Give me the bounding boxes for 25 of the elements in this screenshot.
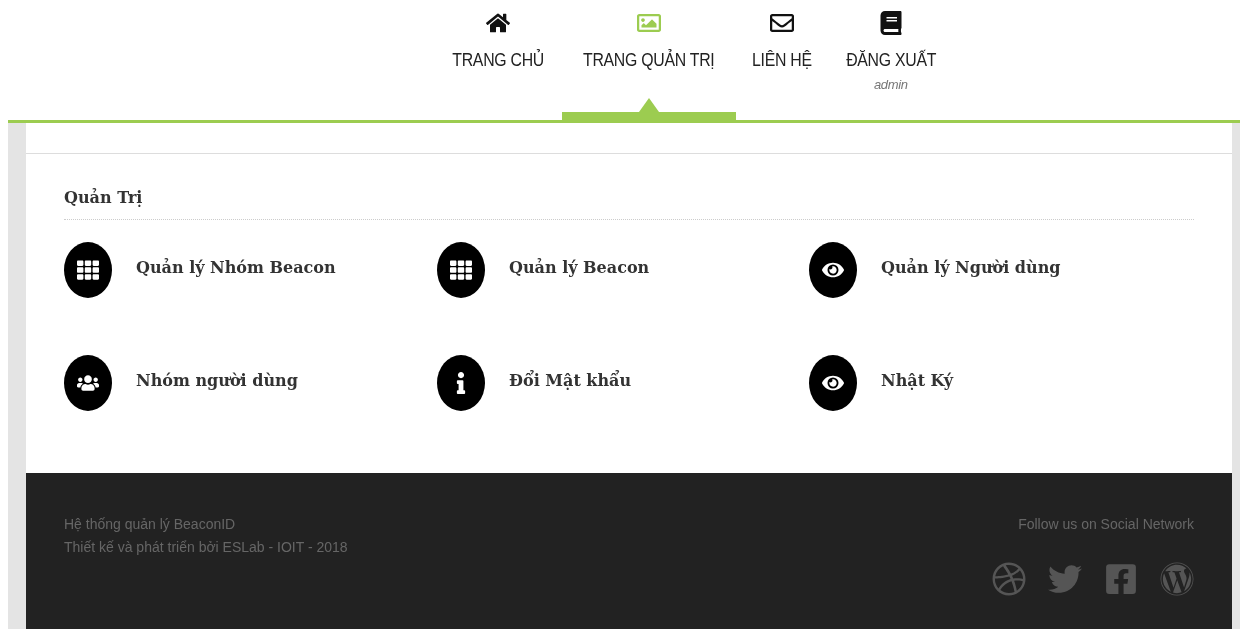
admin-link[interactable]: Nhóm người dùng xyxy=(64,355,437,411)
admin-link[interactable]: Quản lý Người dùng xyxy=(809,242,1194,298)
footer-text: Thiết kế và phát triển bởi ESLab - IOIT - 2018 xyxy=(64,538,348,557)
username-text: admin xyxy=(873,77,908,92)
grid-icon xyxy=(437,242,485,298)
info-icon xyxy=(437,355,485,411)
admin-link[interactable]: Quản lý Beacon xyxy=(437,242,809,298)
admin-link[interactable]: Đổi Mật khẩu xyxy=(437,355,809,411)
eye-icon xyxy=(809,242,857,298)
users-icon xyxy=(64,355,112,411)
book-icon xyxy=(878,8,903,38)
nav-tab[interactable]: TRANG CHỦ xyxy=(433,0,563,120)
eye-icon xyxy=(809,355,857,411)
social-title: Follow us on Social Network xyxy=(1018,515,1194,534)
admin-link[interactable]: Quản lý Nhóm Beacon xyxy=(64,242,437,298)
footer-text: Hệ thống quản lý BeaconID xyxy=(64,515,237,534)
dribbble-icon[interactable] xyxy=(992,562,1026,596)
admin-link[interactable]: Nhật Ký xyxy=(809,355,1194,411)
twitter-icon[interactable] xyxy=(1048,562,1082,596)
nav-tab[interactable]: LIÊN HỆ xyxy=(735,0,828,120)
facebook-icon[interactable] xyxy=(1104,562,1138,596)
nav-tab[interactable]: ĐĂNG XUẤT admin xyxy=(827,0,954,120)
grid-icon xyxy=(64,242,112,298)
wordpress-icon[interactable] xyxy=(1160,562,1194,596)
section-title: Quản Trị xyxy=(64,188,1194,220)
